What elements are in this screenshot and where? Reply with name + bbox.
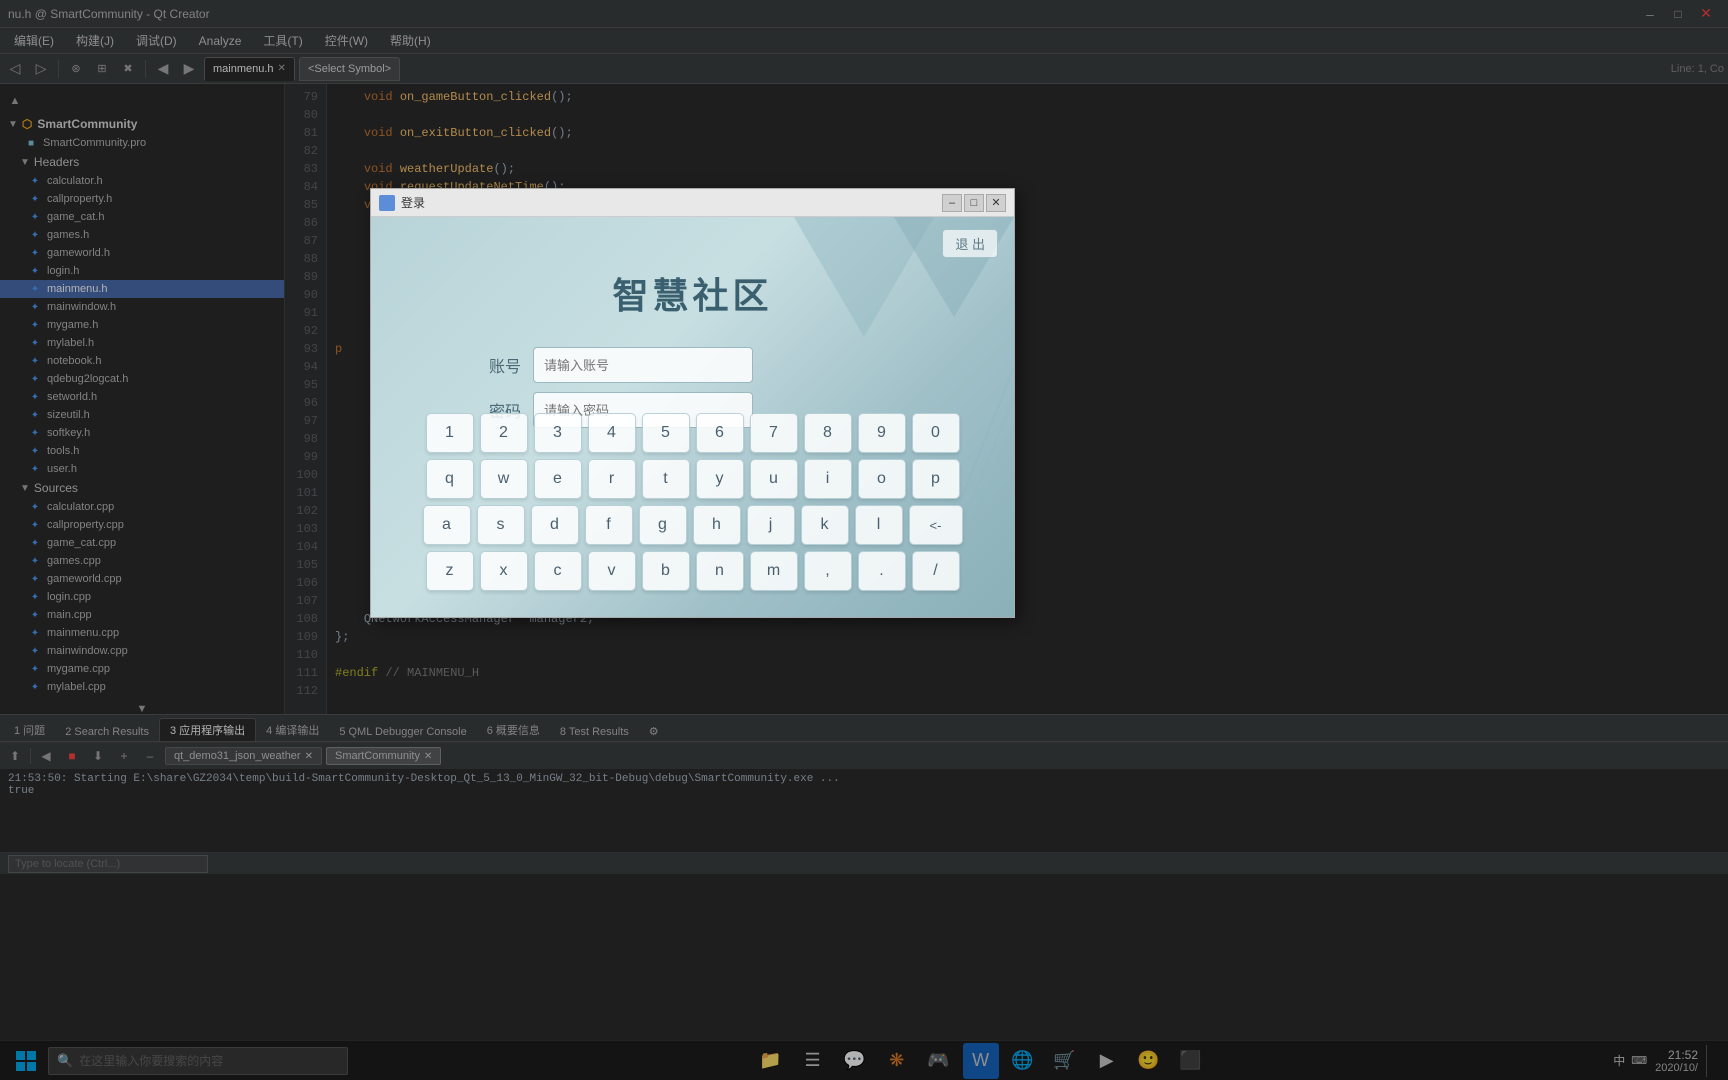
kb-key-v[interactable]: v xyxy=(588,551,636,591)
kb-key-y[interactable]: y xyxy=(696,459,744,499)
dialog-icon xyxy=(379,195,395,211)
kb-key-f[interactable]: f xyxy=(585,505,633,545)
kb-key-a[interactable]: a xyxy=(423,505,471,545)
kb-key-i[interactable]: i xyxy=(804,459,852,499)
kb-key-z[interactable]: z xyxy=(426,551,474,591)
kb-key-period[interactable]: . xyxy=(858,551,906,591)
account-label: 账号 xyxy=(471,353,521,377)
kb-key-l[interactable]: l xyxy=(855,505,903,545)
kb-key-8[interactable]: 8 xyxy=(804,413,852,453)
kb-key-w[interactable]: w xyxy=(480,459,528,499)
kb-key-d[interactable]: d xyxy=(531,505,579,545)
kb-key-e[interactable]: e xyxy=(534,459,582,499)
kb-key-p[interactable]: p xyxy=(912,459,960,499)
kb-key-slash[interactable]: / xyxy=(912,551,960,591)
kb-key-n[interactable]: n xyxy=(696,551,744,591)
kb-key-4[interactable]: 4 xyxy=(588,413,636,453)
dialog-close[interactable]: ✕ xyxy=(986,194,1006,212)
dialog-minimize[interactable]: – xyxy=(942,194,962,212)
kb-key-1[interactable]: 1 xyxy=(426,413,474,453)
exit-button[interactable]: 退 出 xyxy=(942,229,998,258)
kb-key-h[interactable]: h xyxy=(693,505,741,545)
login-dialog: 登录 – □ ✕ 退 出 智慧社区 账号 xyxy=(370,188,1015,618)
dialog-body: 退 出 智慧社区 账号 密码 1 2 3 4 5 xyxy=(371,217,1014,617)
kb-key-m[interactable]: m xyxy=(750,551,798,591)
dialog-title: 登录 xyxy=(401,194,942,211)
kb-row-qwerty: q w e r t y u i o p xyxy=(403,459,983,499)
kb-key-k[interactable]: k xyxy=(801,505,849,545)
kb-key-3[interactable]: 3 xyxy=(534,413,582,453)
kb-key-7[interactable]: 7 xyxy=(750,413,798,453)
kb-key-b[interactable]: b xyxy=(642,551,690,591)
keyboard-area: 1 2 3 4 5 6 7 8 9 0 q w e r t y xyxy=(403,413,983,597)
kb-row-numbers: 1 2 3 4 5 6 7 8 9 0 xyxy=(403,413,983,453)
kb-key-r[interactable]: r xyxy=(588,459,636,499)
kb-row-asdf: a s d f g h j k l <- xyxy=(403,505,983,545)
kb-key-g[interactable]: g xyxy=(639,505,687,545)
account-row: 账号 xyxy=(471,347,753,383)
kb-key-o[interactable]: o xyxy=(858,459,906,499)
kb-key-comma[interactable]: , xyxy=(804,551,852,591)
kb-key-2[interactable]: 2 xyxy=(480,413,528,453)
kb-key-j[interactable]: j xyxy=(747,505,795,545)
kb-key-u[interactable]: u xyxy=(750,459,798,499)
account-input[interactable] xyxy=(533,347,753,383)
modal-overlay: 登录 – □ ✕ 退 出 智慧社区 账号 xyxy=(0,0,1728,1080)
kb-key-t[interactable]: t xyxy=(642,459,690,499)
dialog-maximize[interactable]: □ xyxy=(964,194,984,212)
kb-key-x[interactable]: x xyxy=(480,551,528,591)
app-title: 智慧社区 xyxy=(371,267,1014,319)
kb-key-5[interactable]: 5 xyxy=(642,413,690,453)
kb-key-c[interactable]: c xyxy=(534,551,582,591)
dialog-titlebar: 登录 – □ ✕ xyxy=(371,189,1014,217)
kb-key-9[interactable]: 9 xyxy=(858,413,906,453)
kb-key-q[interactable]: q xyxy=(426,459,474,499)
kb-row-zxcv: z x c v b n m , . / xyxy=(403,551,983,591)
kb-key-0[interactable]: 0 xyxy=(912,413,960,453)
kb-key-backspace[interactable]: <- xyxy=(909,505,963,545)
kb-key-s[interactable]: s xyxy=(477,505,525,545)
dialog-controls: – □ ✕ xyxy=(942,194,1006,212)
kb-key-6[interactable]: 6 xyxy=(696,413,744,453)
